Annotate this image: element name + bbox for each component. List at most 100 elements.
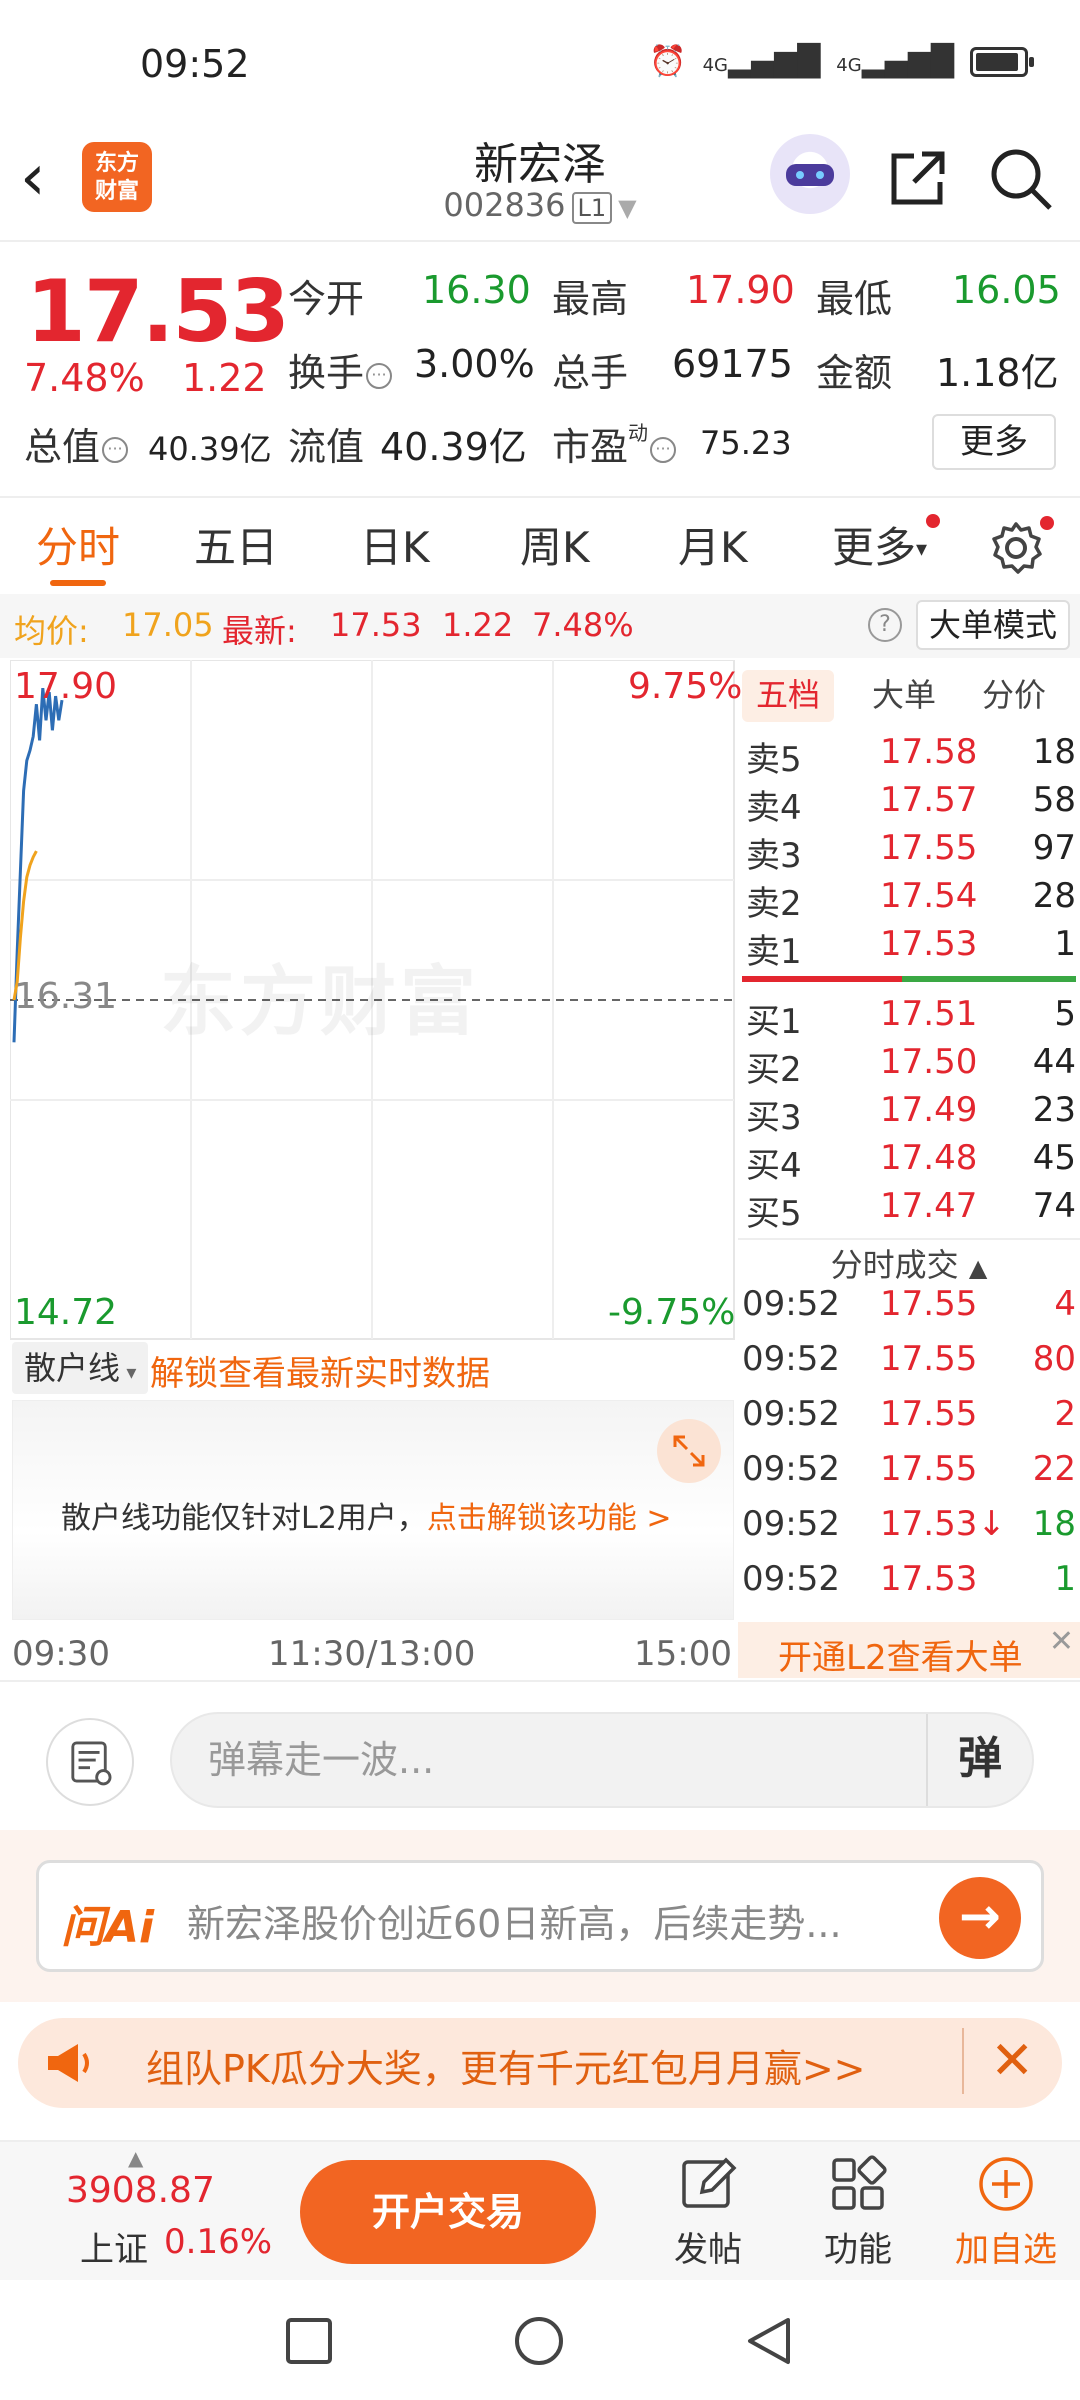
ask-volume: 58 xyxy=(1032,780,1076,820)
close-icon[interactable]: ✕ xyxy=(962,2028,1034,2094)
tab-monthly-k[interactable]: 月K xyxy=(678,514,748,575)
watermark: 东方财富 xyxy=(160,957,480,1046)
bid-row: 买2 17.50 44 xyxy=(742,1042,1076,1090)
caret-down-icon: ▾ xyxy=(916,537,928,562)
bid-volume: 74 xyxy=(1032,1186,1076,1226)
tick-price: 17.53 xyxy=(880,1559,978,1599)
danmu-toggle-button[interactable]: 弹 xyxy=(926,1714,1032,1806)
total-value-label[interactable]: 总值 ··· xyxy=(24,416,129,471)
big-order-mode-button[interactable]: 大单模式 xyxy=(916,600,1070,650)
tab-price-distribution[interactable]: 分价 xyxy=(968,670,1060,722)
add-watchlist-button[interactable]: 加自选 xyxy=(946,2152,1066,2271)
danmu-input[interactable]: 弹幕走一波... xyxy=(170,1712,1034,1808)
avg-value: 17.05 xyxy=(122,606,214,644)
more-quote-button[interactable]: 更多 xyxy=(932,414,1056,470)
share-icon[interactable] xyxy=(886,146,950,210)
divider xyxy=(0,240,1080,242)
low-value: 16.05 xyxy=(952,268,1061,312)
bid-level: 买5 xyxy=(746,1194,802,1234)
ask-row: 卖1 17.53 1 xyxy=(742,924,1076,972)
index-value[interactable]: 3908.87 xyxy=(66,2170,215,2211)
tab-five-day[interactable]: 五日 xyxy=(194,514,278,575)
turnover-value: 3.00% xyxy=(414,342,535,386)
tick-row: 09:52 17.55 80 xyxy=(742,1339,1076,1391)
tick-row: 09:52 17.55 4 xyxy=(742,1284,1076,1336)
ask-row: 卖5 17.58 18 xyxy=(742,732,1076,780)
tab-more[interactable]: 更多▾ xyxy=(832,514,927,575)
post-button[interactable]: 发帖 xyxy=(648,2152,768,2271)
retail-line-select[interactable]: 散户线 ▾ xyxy=(12,1342,148,1394)
caret-up-icon: ▲ xyxy=(128,2146,144,2170)
notes-icon[interactable] xyxy=(46,1718,134,1806)
bid-volume: 23 xyxy=(1032,1090,1076,1130)
ask-volume: 28 xyxy=(1032,876,1076,916)
alarm-icon: ⏰ xyxy=(649,44,687,79)
ask-price: 17.55 xyxy=(880,828,978,868)
bid-price: 17.50 xyxy=(880,1042,978,1082)
l2-locked-panel: 散户线功能仅针对L2用户，点击解锁该功能 > xyxy=(12,1400,734,1620)
amount-value: 1.18亿 xyxy=(936,351,1059,395)
ask-price: 17.58 xyxy=(880,732,978,772)
signal-icon-2: 4G▂▄▆█ xyxy=(836,44,954,79)
pe-label[interactable]: 市盈动··· xyxy=(552,416,677,471)
ask-level: 卖1 xyxy=(746,932,802,972)
tick-price: 17.55 xyxy=(880,1449,978,1489)
search-icon[interactable] xyxy=(988,146,1054,212)
caret-up-icon: ▲ xyxy=(968,1254,988,1282)
tab-five-levels[interactable]: 五档 xyxy=(742,670,835,722)
tab-weekly-k[interactable]: 周K xyxy=(520,514,590,575)
bid-row: 买3 17.49 23 xyxy=(742,1090,1076,1138)
arrow-right-icon[interactable]: → xyxy=(939,1877,1021,1959)
tick-volume: 2 xyxy=(1054,1394,1076,1434)
promo-banner[interactable]: 组队PK瓜分大奖，更有千元红包月月赢>> ✕ xyxy=(18,2018,1062,2108)
turnover-label[interactable]: 换手 ··· xyxy=(288,342,393,397)
ask-price: 17.57 xyxy=(880,780,978,820)
back-nav-icon[interactable] xyxy=(744,2314,794,2368)
ask-level: 卖4 xyxy=(746,788,802,828)
close-icon[interactable]: ✕ xyxy=(1049,1624,1074,1659)
tab-daily-k[interactable]: 日K xyxy=(360,514,430,575)
bid-level: 买4 xyxy=(746,1146,802,1186)
total-value: 40.39亿 xyxy=(148,430,272,468)
home-icon[interactable] xyxy=(512,2314,566,2368)
functions-button[interactable]: 功能 xyxy=(798,2152,918,2271)
ai-question-box[interactable]: 问Ai 新宏泽股价创近60日新高，后续走势... → xyxy=(36,1860,1044,1972)
tick-row: 09:52 17.53 1 xyxy=(742,1559,1076,1611)
ask-level: 卖2 xyxy=(746,884,802,924)
chart-tabs: 分时 五日 日K 周K 月K 更多▾ xyxy=(0,496,1080,592)
stock-code: 002836 xyxy=(443,186,566,224)
unlock-realtime-link[interactable]: 解锁查看最新实时数据 xyxy=(150,1346,490,1395)
chart-mid-price: 16.31 xyxy=(14,976,118,1017)
open-account-button[interactable]: 开户交易 xyxy=(300,2160,596,2264)
settings-gear-icon[interactable] xyxy=(988,520,1044,576)
open-value: 16.30 xyxy=(422,268,531,312)
bid-price: 17.51 xyxy=(880,994,978,1034)
pe-value: 75.23 xyxy=(700,424,792,462)
unlock-feature-link[interactable]: 点击解锁该功能 > xyxy=(427,1501,672,1536)
bid-level: 买3 xyxy=(746,1098,802,1138)
tab-big-orders[interactable]: 大单 xyxy=(858,670,950,722)
info-icon: ··· xyxy=(650,437,677,463)
expand-icon[interactable] xyxy=(657,1419,721,1483)
index-percent: 0.16% xyxy=(164,2222,273,2262)
help-icon[interactable]: ? xyxy=(868,608,902,642)
chart-bottom-price: 14.72 xyxy=(14,1292,118,1333)
tick-row: 09:52 17.55 2 xyxy=(742,1394,1076,1446)
index-name: 上证 xyxy=(80,2230,148,2270)
tick-price: 17.55 xyxy=(880,1394,978,1434)
l2-open-banner[interactable]: 开通L2查看大单 ✕ xyxy=(738,1622,1080,1678)
bid-price: 17.49 xyxy=(880,1090,978,1130)
tick-price: 17.55 xyxy=(880,1284,978,1324)
ticks-header[interactable]: 分时成交 ▲ xyxy=(738,1240,1080,1286)
bid-volume: 5 xyxy=(1054,994,1076,1034)
bid-volume: 45 xyxy=(1032,1138,1076,1178)
tab-intraday[interactable]: 分时 xyxy=(36,514,120,575)
promo-text: 组队PK瓜分大奖，更有千元红包月月赢>> xyxy=(146,2047,866,2091)
time-axis: 09:30 11:30/13:00 15:00 xyxy=(12,1630,734,1676)
latest-change: 1.22 xyxy=(442,606,514,644)
tick-price: 17.53↓ xyxy=(880,1504,1006,1544)
recents-icon[interactable] xyxy=(284,2316,334,2366)
tick-time: 09:52 xyxy=(742,1339,840,1379)
high-value: 17.90 xyxy=(686,268,795,312)
ai-assistant-avatar[interactable] xyxy=(770,134,850,214)
